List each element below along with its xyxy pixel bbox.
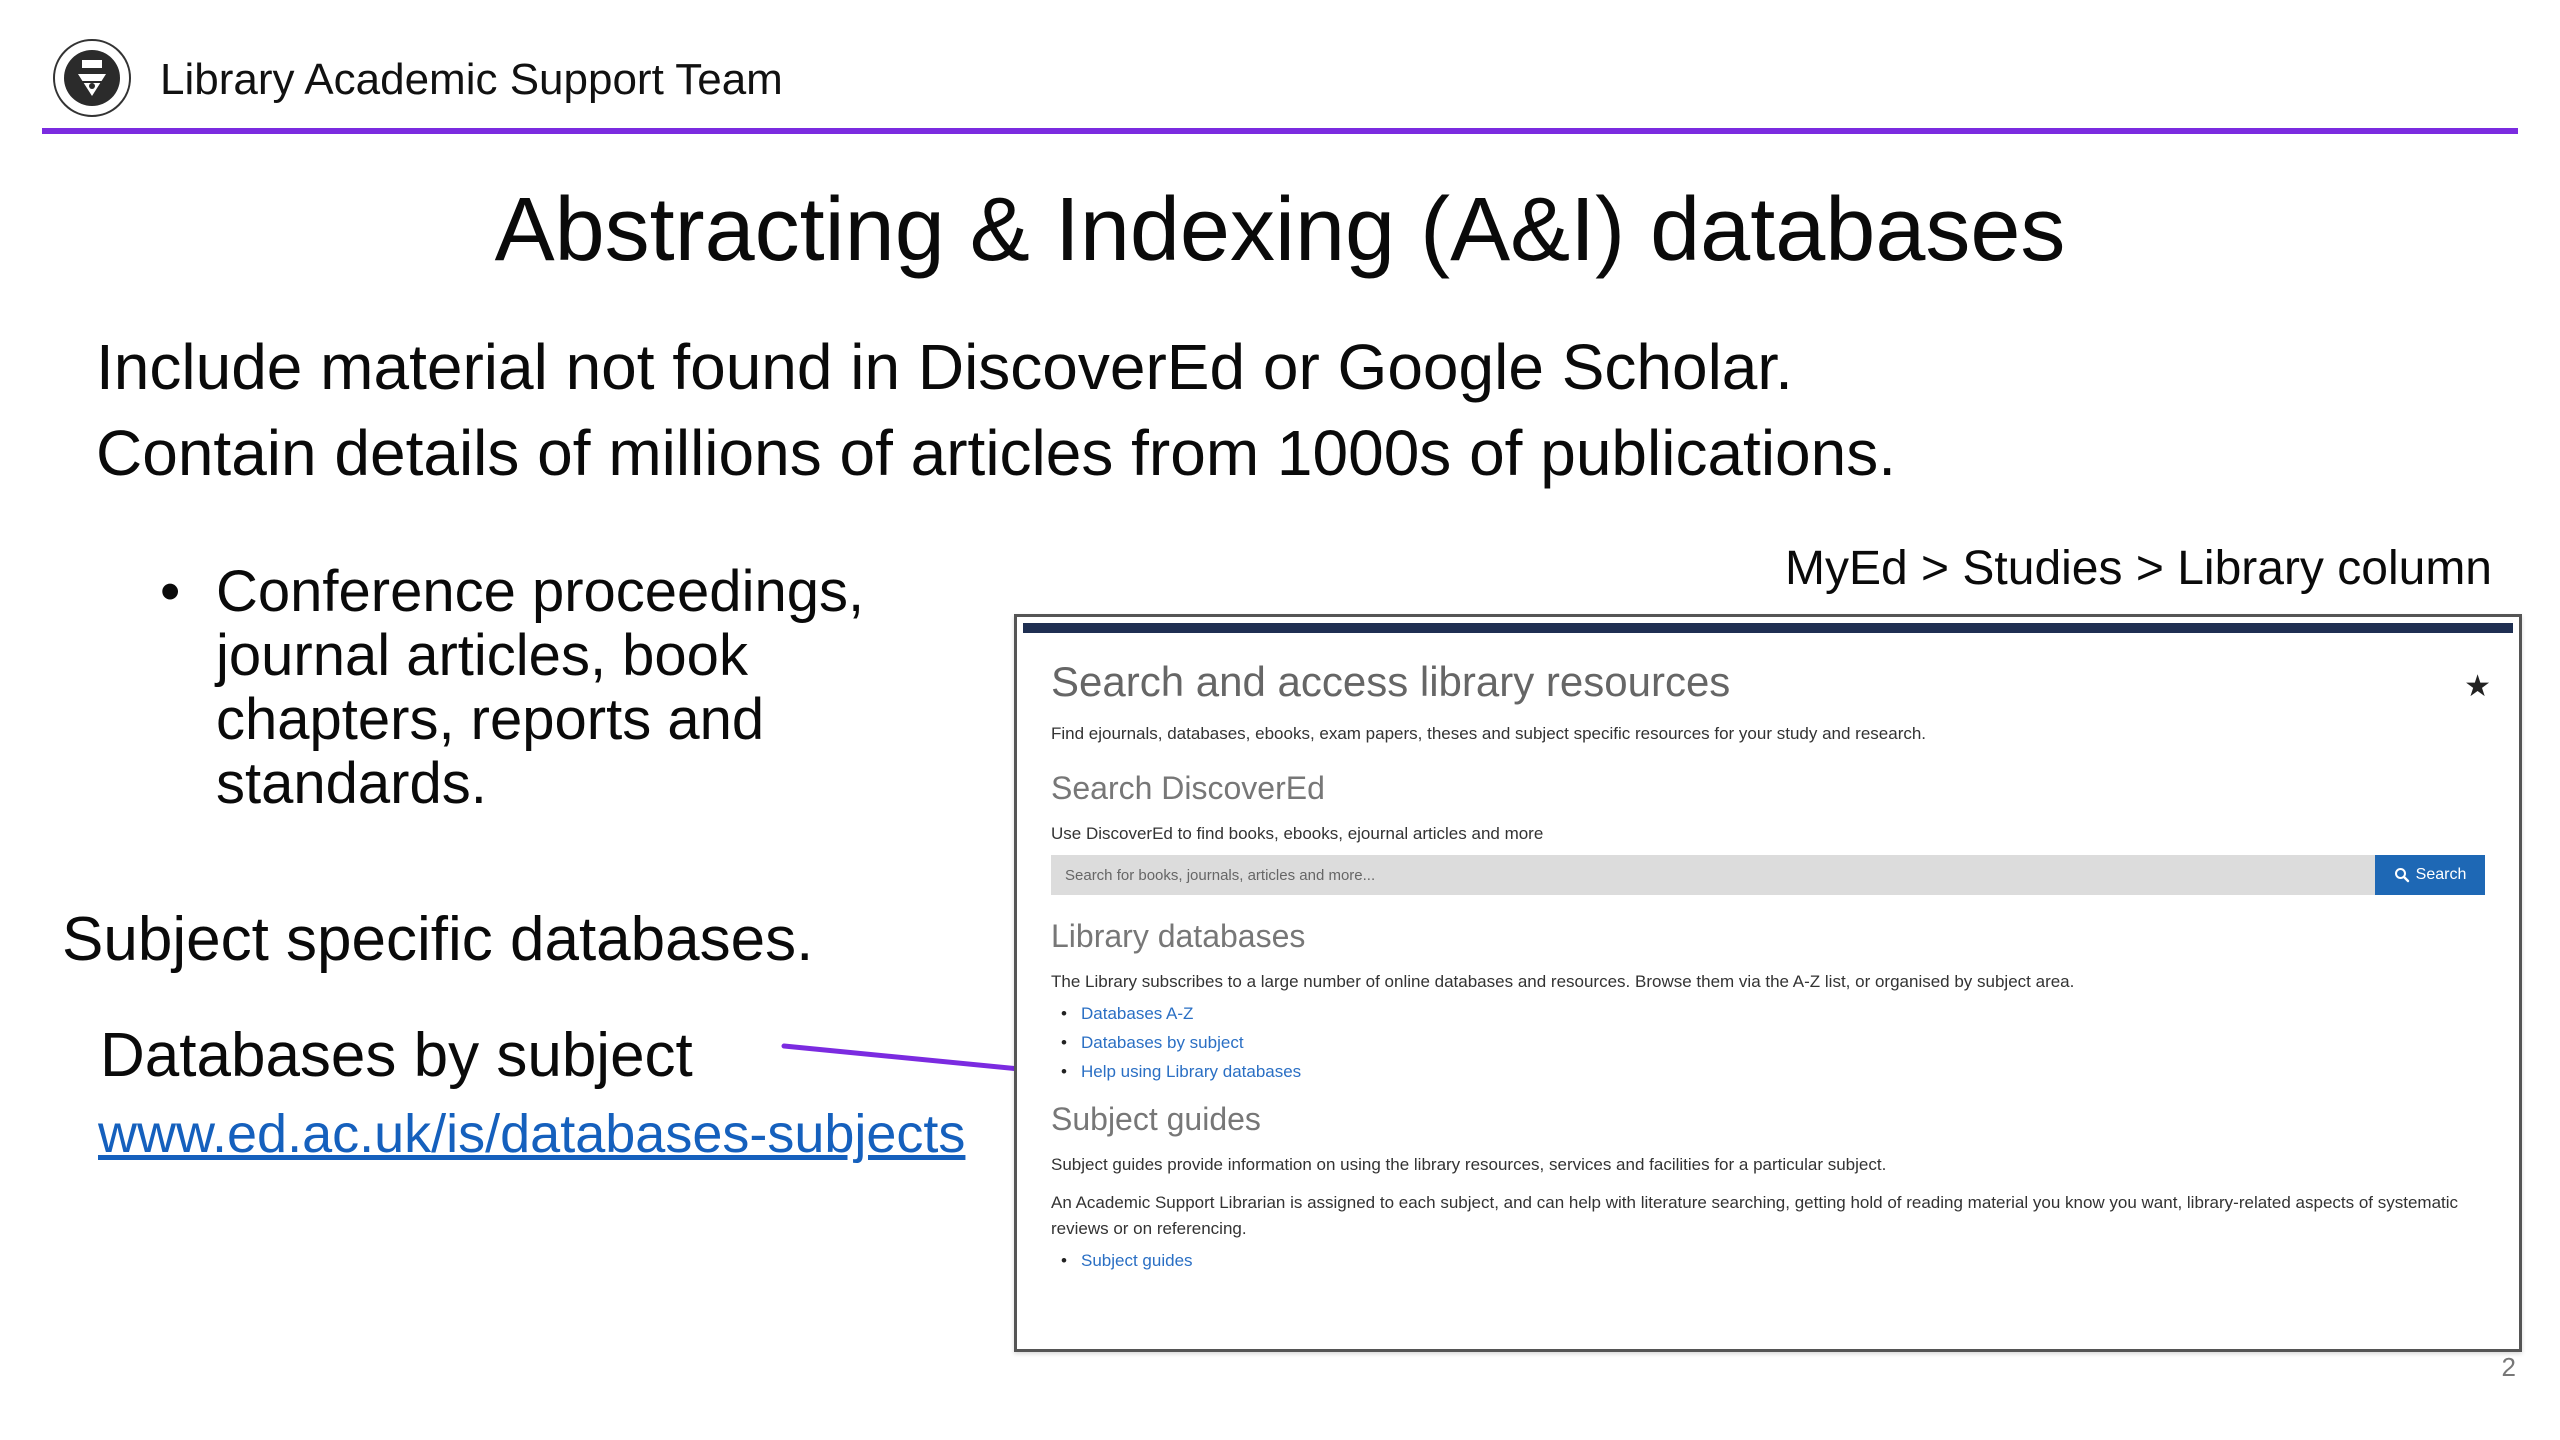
bullet-item: Conference proceedings, journal articles… [160, 560, 980, 816]
databases-a-z-link[interactable]: Databases A-Z [1051, 999, 2485, 1028]
databases-subjects-link[interactable]: www.ed.ac.uk/is/databases-subjects [98, 1102, 965, 1166]
university-crest-logo [53, 39, 131, 117]
slide-title: Abstracting & Indexing (A&I) databases [494, 180, 2066, 280]
subject-guides-text-2: An Academic Support Librarian is assigne… [1051, 1193, 2459, 1238]
library-databases-links: Databases A-Z Databases by subject Help … [1051, 999, 2485, 1086]
discovered-text: Use DiscoverEd to find books, ebooks, ej… [1051, 824, 1544, 843]
search-icon [2394, 868, 2409, 883]
discovered-search-input[interactable] [1051, 855, 2375, 895]
databases-by-subject-link[interactable]: Databases by subject [1051, 1028, 2485, 1057]
library-databases-text: The Library subscribes to a large number… [1051, 972, 2075, 991]
panel-top-bar [1023, 623, 2513, 633]
discovered-search-button[interactable]: Search [2375, 855, 2485, 895]
navigation-path: MyEd > Studies > Library column [1785, 542, 2492, 595]
subject-guides-text-1: Subject guides provide information on us… [1051, 1155, 1887, 1174]
subject-heading: Subject specific databases. [62, 905, 814, 974]
intro-line-1: Include material not found in DiscoverEd… [96, 331, 1793, 403]
databases-by-subject-label: Databases by subject [100, 1021, 693, 1090]
intro-line-2: Contain details of millions of articles … [96, 417, 1896, 489]
help-using-databases-link[interactable]: Help using Library databases [1051, 1057, 2485, 1086]
team-name: Library Academic Support Team [160, 55, 783, 104]
library-databases-heading: Library databases [1051, 918, 1306, 954]
discovered-search-bar: Search [1051, 855, 2485, 895]
panel-title: Search and access library resources [1051, 658, 1731, 705]
panel-description: Find ejournals, databases, ebooks, exam … [1051, 724, 1927, 743]
subject-guides-link[interactable]: Subject guides [1051, 1246, 2485, 1275]
library-resources-screenshot: ★ Search and access library resources Fi… [1014, 614, 2522, 1352]
subject-guides-links: Subject guides [1051, 1246, 2485, 1275]
discovered-heading: Search DiscoverEd [1051, 770, 1325, 806]
search-button-label: Search [2415, 866, 2467, 883]
panel-content: Search and access library resources Find… [1051, 655, 2485, 1275]
page-number: 2 [2501, 1352, 2516, 1382]
material-bullet-list: Conference proceedings, journal articles… [160, 560, 980, 816]
subject-guides-heading: Subject guides [1051, 1101, 1261, 1137]
header-divider [42, 128, 2518, 134]
